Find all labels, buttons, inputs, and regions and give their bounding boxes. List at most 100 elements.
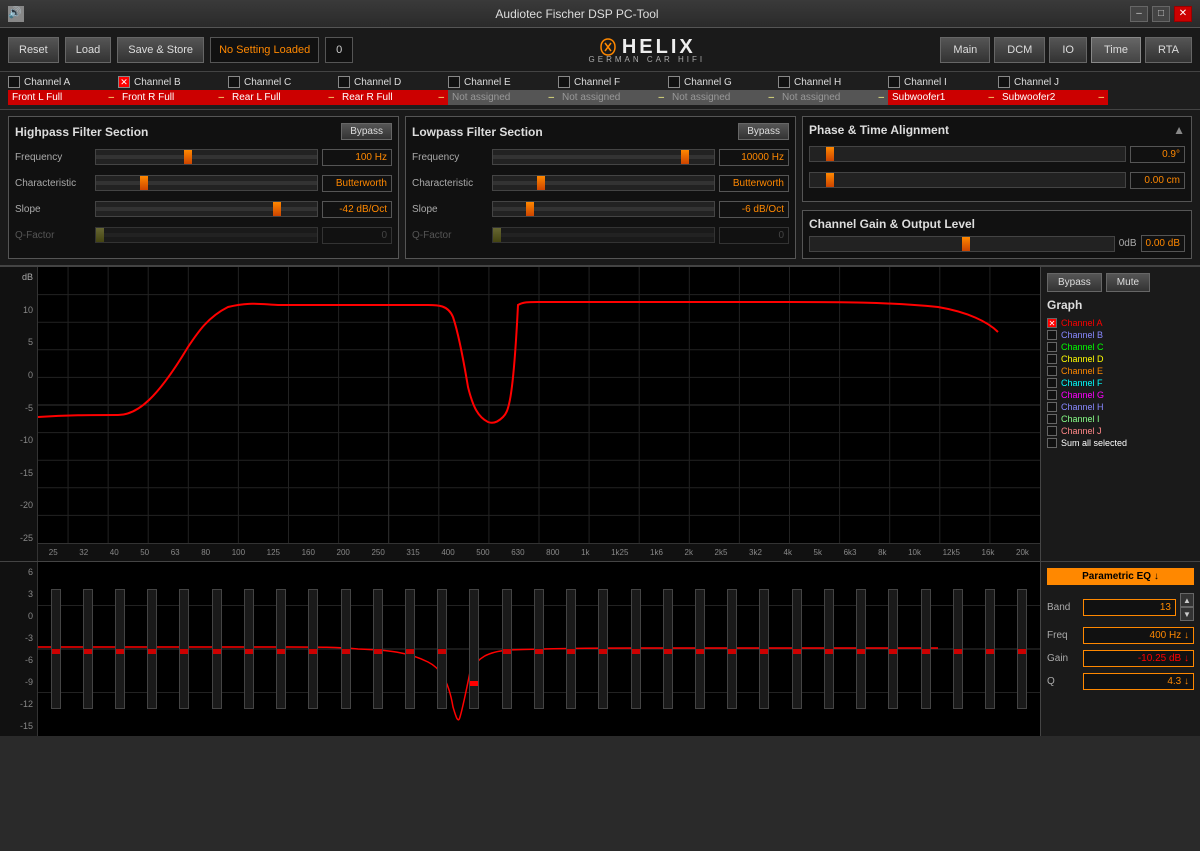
eq-band-slider[interactable]	[276, 589, 286, 709]
phase-scroll-arrow[interactable]: ▲	[1173, 123, 1185, 137]
graph-channel-4[interactable]: Channel E	[1047, 366, 1194, 376]
eq-band-col[interactable]	[169, 564, 200, 734]
eq-band-col[interactable]	[845, 564, 876, 734]
lp-slope-slider[interactable]	[492, 201, 715, 217]
eq-band-col[interactable]	[362, 564, 393, 734]
graph-channel-2[interactable]: Channel C	[1047, 342, 1194, 352]
graph-channel-checkbox[interactable]	[1047, 426, 1057, 436]
channel-item-b[interactable]: ✕Channel BFront R Full–	[118, 76, 228, 105]
hp-char-slider[interactable]	[95, 175, 318, 191]
eq-band-col[interactable]	[620, 564, 651, 734]
graph-mute-button[interactable]: Mute	[1106, 273, 1150, 292]
eq-band-col[interactable]	[878, 564, 909, 734]
channel-checkbox-d[interactable]	[338, 76, 350, 88]
eq-band-slider[interactable]	[921, 589, 931, 709]
eq-band-slider[interactable]	[985, 589, 995, 709]
eq-band-slider[interactable]	[792, 589, 802, 709]
channel-value-a[interactable]: Front L Full–	[8, 90, 118, 105]
channel-item-c[interactable]: Channel CRear L Full–	[228, 76, 338, 105]
channel-checkbox-c[interactable]	[228, 76, 240, 88]
graph-channel-checkbox[interactable]	[1047, 342, 1057, 352]
nav-dcm-button[interactable]: DCM	[994, 37, 1045, 63]
highpass-bypass-button[interactable]: Bypass	[341, 123, 392, 140]
eq-band-col[interactable]	[684, 564, 715, 734]
distance-slider[interactable]	[809, 172, 1126, 188]
eq-band-slider[interactable]	[341, 589, 351, 709]
graph-channel-5[interactable]: Channel F	[1047, 378, 1194, 388]
eq-band-slider[interactable]	[953, 589, 963, 709]
channel-checkbox-e[interactable]	[448, 76, 460, 88]
channel-value-b[interactable]: Front R Full–	[118, 90, 228, 105]
eq-band-col[interactable]	[40, 564, 71, 734]
channel-value-f[interactable]: Not assigned–	[558, 90, 668, 105]
hp-qfactor-slider[interactable]	[95, 227, 318, 243]
channel-value-d[interactable]: Rear R Full–	[338, 90, 448, 105]
graph-bypass-button[interactable]: Bypass	[1047, 273, 1102, 292]
eq-band-col[interactable]	[556, 564, 587, 734]
nav-rta-button[interactable]: RTA	[1145, 37, 1192, 63]
channel-item-d[interactable]: Channel DRear R Full–	[338, 76, 448, 105]
maximize-button[interactable]: □	[1152, 6, 1170, 22]
channel-value-i[interactable]: Subwoofer1–	[888, 90, 998, 105]
channel-checkbox-a[interactable]	[8, 76, 20, 88]
eq-band-col[interactable]	[266, 564, 297, 734]
eq-band-col[interactable]	[201, 564, 232, 734]
eq-band-slider[interactable]	[51, 589, 61, 709]
load-button[interactable]: Load	[65, 37, 111, 63]
channel-checkbox-f[interactable]	[558, 76, 570, 88]
lowpass-bypass-button[interactable]: Bypass	[738, 123, 789, 140]
eq-band-col[interactable]	[427, 564, 458, 734]
eq-band-slider[interactable]	[888, 589, 898, 709]
graph-channel-checkbox[interactable]	[1047, 438, 1057, 448]
channel-item-e[interactable]: Channel ENot assigned–	[448, 76, 558, 105]
graph-channel-checkbox[interactable]	[1047, 378, 1057, 388]
eq-band-col[interactable]	[910, 564, 941, 734]
graph-channel-8[interactable]: Channel I	[1047, 414, 1194, 424]
graph-channel-checkbox[interactable]: ✕	[1047, 318, 1057, 328]
lp-char-slider[interactable]	[492, 175, 715, 191]
minimize-button[interactable]: –	[1130, 6, 1148, 22]
eq-band-col[interactable]	[233, 564, 264, 734]
eq-band-slider[interactable]	[83, 589, 93, 709]
graph-channel-7[interactable]: Channel H	[1047, 402, 1194, 412]
eq-band-col[interactable]	[588, 564, 619, 734]
eq-band-col[interactable]	[137, 564, 168, 734]
eq-band-col[interactable]	[749, 564, 780, 734]
channel-value-h[interactable]: Not assigned–	[778, 90, 888, 105]
channel-checkbox-b[interactable]: ✕	[118, 76, 130, 88]
eq-band-slider[interactable]	[631, 589, 641, 709]
eq-band-slider[interactable]	[437, 589, 447, 709]
eq-band-col[interactable]	[298, 564, 329, 734]
channel-item-i[interactable]: Channel ISubwoofer1–	[888, 76, 998, 105]
eq-band-slider[interactable]	[212, 589, 222, 709]
channel-checkbox-j[interactable]	[998, 76, 1010, 88]
eq-band-col[interactable]	[523, 564, 554, 734]
eq-band-slider[interactable]	[373, 589, 383, 709]
graph-channel-checkbox[interactable]	[1047, 330, 1057, 340]
graph-channel-6[interactable]: Channel G	[1047, 390, 1194, 400]
eq-band-slider[interactable]	[824, 589, 834, 709]
eq-band-col[interactable]	[942, 564, 973, 734]
hp-freq-slider[interactable]	[95, 149, 318, 165]
channel-item-g[interactable]: Channel GNot assigned–	[668, 76, 778, 105]
eq-band-slider[interactable]	[244, 589, 254, 709]
eq-band-slider[interactable]	[663, 589, 673, 709]
channel-item-j[interactable]: Channel JSubwoofer2–	[998, 76, 1108, 105]
graph-channel-checkbox[interactable]	[1047, 402, 1057, 412]
graph-channel-3[interactable]: Channel D	[1047, 354, 1194, 364]
eq-band-col[interactable]	[459, 564, 490, 734]
eq-band-slider[interactable]	[1017, 589, 1027, 709]
lp-freq-slider[interactable]	[492, 149, 715, 165]
eq-band-col[interactable]	[652, 564, 683, 734]
eq-band-slider[interactable]	[502, 589, 512, 709]
channel-value-c[interactable]: Rear L Full–	[228, 90, 338, 105]
graph-channel-0[interactable]: ✕Channel A	[1047, 318, 1194, 328]
hp-slope-slider[interactable]	[95, 201, 318, 217]
channel-checkbox-g[interactable]	[668, 76, 680, 88]
graph-channel-checkbox[interactable]	[1047, 366, 1057, 376]
graph-channel-1[interactable]: Channel B	[1047, 330, 1194, 340]
gain-slider[interactable]	[809, 236, 1115, 252]
eq-band-slider[interactable]	[115, 589, 125, 709]
eq-band-slider[interactable]	[759, 589, 769, 709]
phase-slider[interactable]	[809, 146, 1126, 162]
